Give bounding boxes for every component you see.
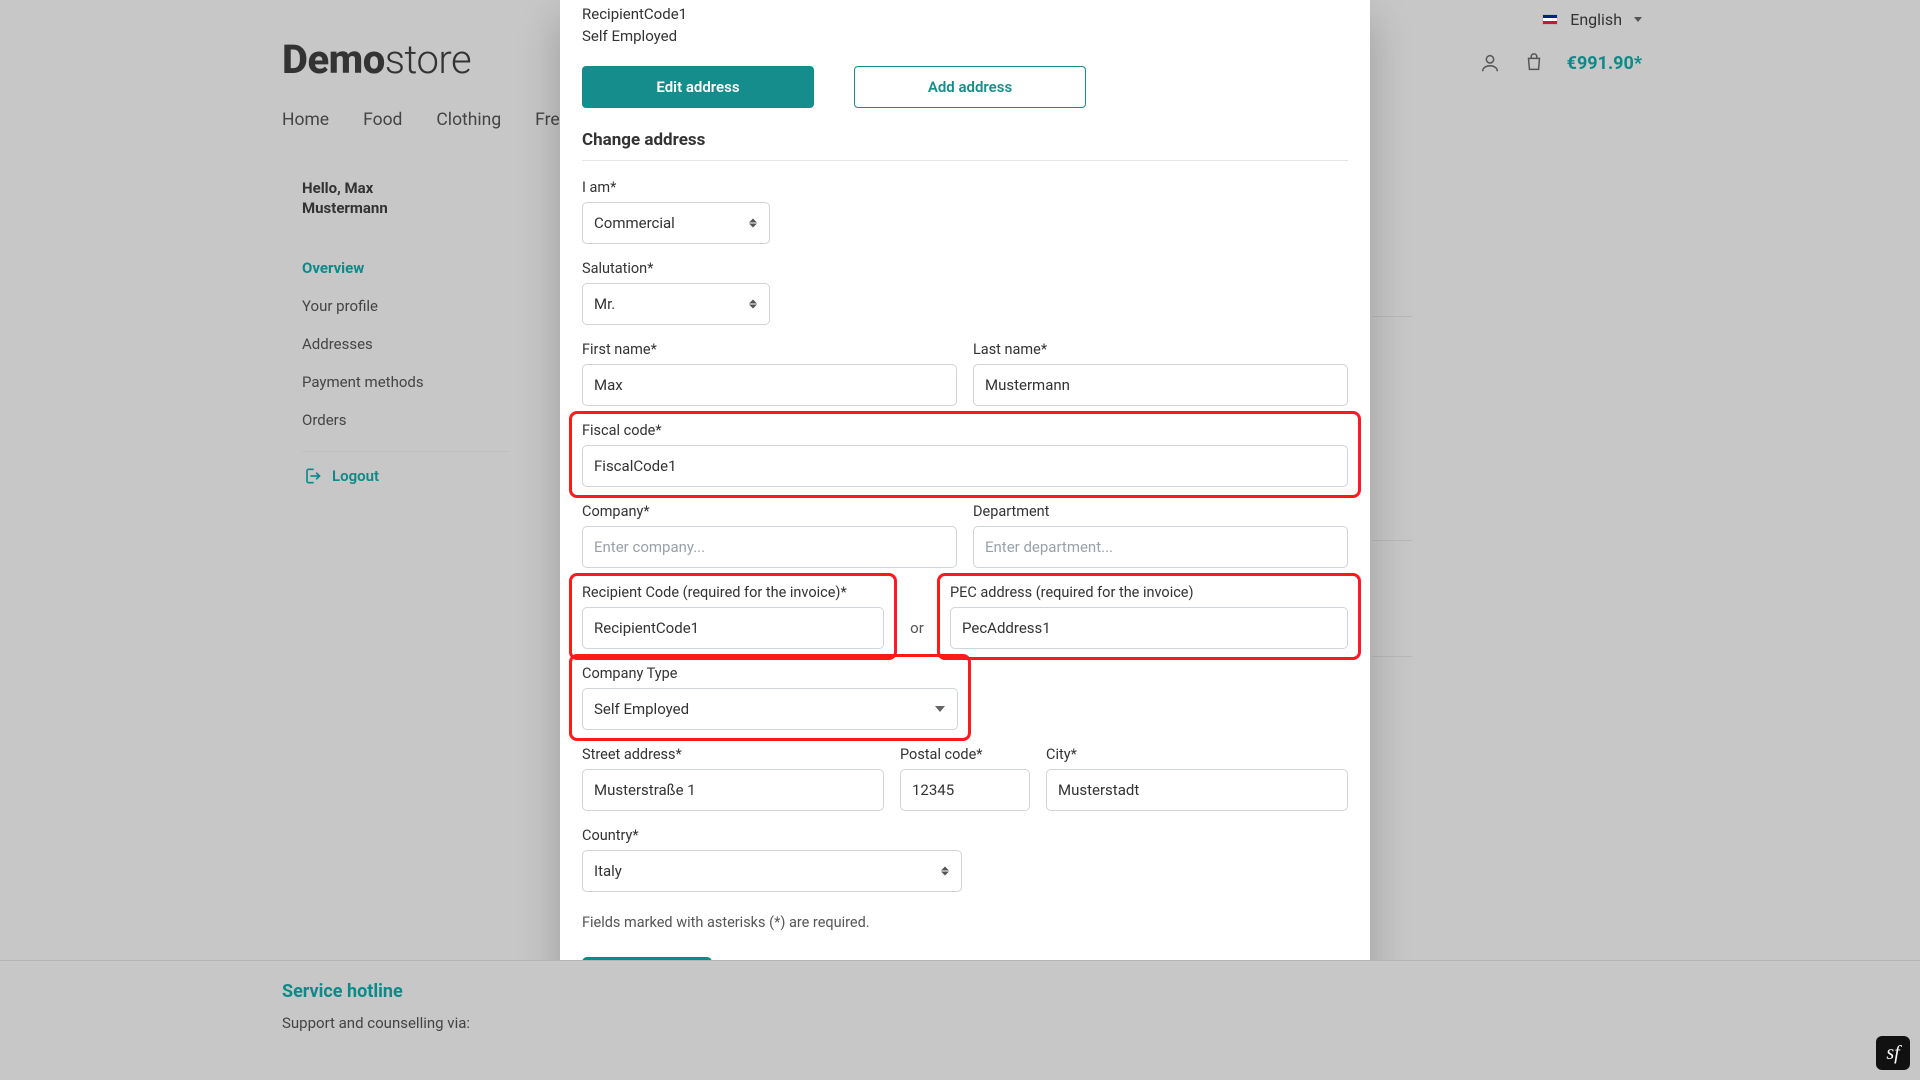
edit-address-button[interactable]: Edit address — [582, 66, 814, 108]
first-name-input[interactable]: Max — [582, 364, 957, 406]
logout-link[interactable]: Logout — [302, 466, 510, 486]
cart-total[interactable]: €991.90* — [1567, 53, 1642, 74]
label-company-type: Company Type — [582, 665, 958, 682]
ghost-divider — [1372, 316, 1412, 317]
address-preview: RecipientCode1 Self Employed — [582, 0, 1348, 48]
sidebar-divider — [302, 451, 510, 452]
city-input[interactable]: Musterstadt — [1046, 769, 1348, 811]
symfony-debug-badge[interactable]: sf — [1876, 1036, 1910, 1070]
nav-clothing[interactable]: Clothing — [436, 110, 501, 130]
company-type-select[interactable]: Self Employed — [582, 688, 958, 730]
salutation-select[interactable]: Mr. — [582, 283, 770, 325]
logo-light: store — [385, 36, 471, 83]
logout-label: Logout — [332, 467, 379, 485]
change-address-title: Change address — [582, 130, 1348, 161]
iam-select[interactable]: Commercial — [582, 202, 770, 244]
fiscal-code-input[interactable]: FiscalCode1 — [582, 445, 1348, 487]
ghost-divider — [1372, 656, 1412, 657]
label-iam: I am* — [582, 179, 1348, 196]
label-fiscal-code: Fiscal code* — [582, 422, 1348, 439]
account-sidebar: Hello, Max Mustermann Overview Your prof… — [302, 178, 510, 486]
label-last-name: Last name* — [973, 341, 1348, 358]
label-street: Street address* — [582, 746, 884, 763]
sidebar-item-profile[interactable]: Your profile — [302, 287, 510, 325]
logout-icon — [302, 466, 322, 486]
department-input[interactable]: Enter department... — [973, 526, 1348, 568]
address-form: I am* Commercial Salutation* Mr. First n… — [582, 179, 1348, 997]
logo-bold: Demo — [282, 36, 385, 83]
footer: Service hotline Support and counselling … — [0, 960, 1920, 1080]
add-address-button[interactable]: Add address — [854, 66, 1086, 108]
label-first-name: First name* — [582, 341, 957, 358]
or-label: or — [902, 619, 932, 649]
pec-address-input[interactable]: PecAddress1 — [950, 607, 1348, 649]
label-postal: Postal code* — [900, 746, 1030, 763]
nav-food[interactable]: Food — [363, 110, 402, 130]
primary-nav: Home Food Clothing Free — [282, 110, 569, 130]
greeting: Hello, Max Mustermann — [302, 178, 510, 219]
label-country: Country* — [582, 827, 1348, 844]
street-input[interactable]: Musterstraße 1 — [582, 769, 884, 811]
footer-hotline-sub: Support and counselling via: — [282, 1014, 470, 1032]
nav-home[interactable]: Home — [282, 110, 329, 130]
last-name-input[interactable]: Mustermann — [973, 364, 1348, 406]
company-input[interactable]: Enter company... — [582, 526, 957, 568]
label-pec-address: PEC address (required for the invoice) — [950, 584, 1348, 601]
label-company: Company* — [582, 503, 957, 520]
language-switcher[interactable]: English — [1542, 10, 1642, 29]
sidebar-item-overview[interactable]: Overview — [302, 249, 510, 287]
account-icon[interactable] — [1479, 52, 1501, 74]
ghost-divider — [1372, 540, 1412, 541]
country-select[interactable]: Italy — [582, 850, 962, 892]
flag-uk-icon — [1542, 14, 1558, 25]
sidebar-item-addresses[interactable]: Addresses — [302, 325, 510, 363]
sidebar-item-orders[interactable]: Orders — [302, 401, 510, 439]
label-city: City* — [1046, 746, 1348, 763]
chevron-down-icon — [935, 706, 945, 712]
recipient-code-input[interactable]: RecipientCode1 — [582, 607, 884, 649]
footer-hotline-title: Service hotline — [282, 981, 470, 1002]
postal-input[interactable]: 12345 — [900, 769, 1030, 811]
address-modal: RecipientCode1 Self Employed Edit addres… — [560, 0, 1370, 1021]
label-salutation: Salutation* — [582, 260, 1348, 277]
required-fields-note: Fields marked with asterisks (*) are req… — [582, 914, 1348, 931]
sidebar-item-payment[interactable]: Payment methods — [302, 363, 510, 401]
label-department: Department — [973, 503, 1348, 520]
label-recipient-code: Recipient Code (required for the invoice… — [582, 584, 884, 601]
store-logo[interactable]: Demostore — [282, 36, 471, 83]
chevron-down-icon — [1634, 17, 1642, 22]
language-label: English — [1570, 10, 1622, 29]
cart-icon[interactable] — [1523, 52, 1545, 74]
